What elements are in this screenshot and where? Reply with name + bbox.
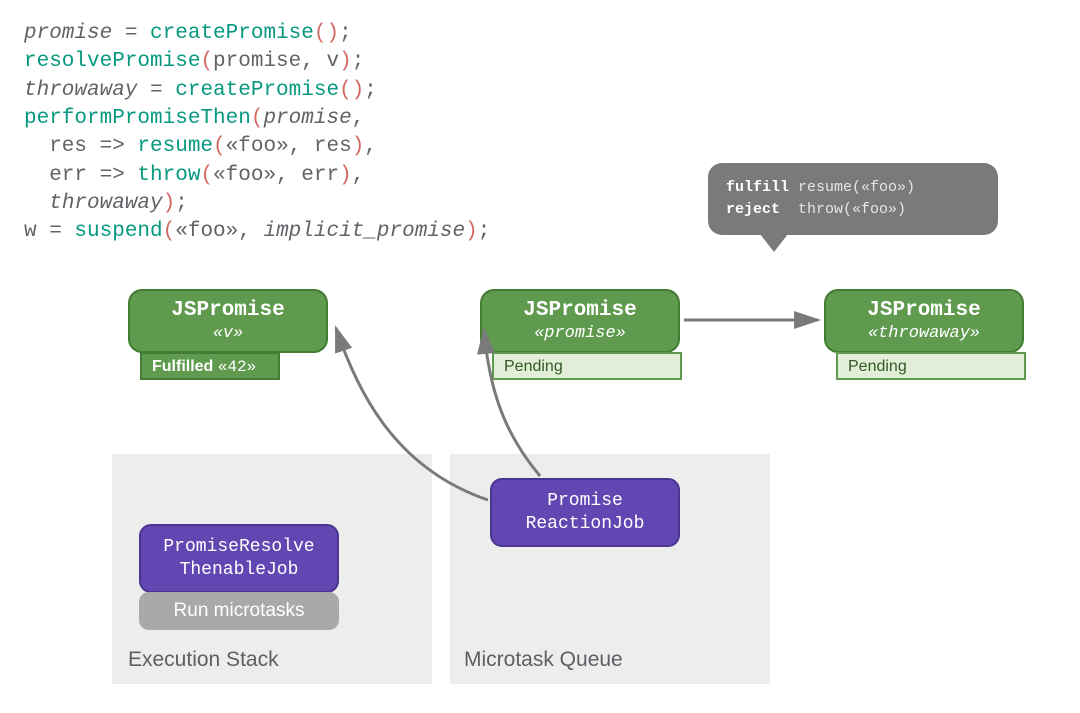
run-microtasks-box: Run microtasks <box>139 592 339 630</box>
code-t: ) <box>163 192 176 215</box>
code-t: ) <box>339 50 352 73</box>
reaction-bubble: fulfill resume(«foo») reject throw(«foo»… <box>708 163 998 235</box>
code-t: ; <box>175 192 188 215</box>
code-t: ; <box>364 79 377 102</box>
code-t: suspend <box>74 220 162 243</box>
code-t: , <box>352 164 365 187</box>
code-t: throw <box>137 164 200 187</box>
code-t: performPromiseThen <box>24 107 251 130</box>
bubble-kw: fulfill <box>726 179 789 196</box>
promise-sub: «v» <box>140 324 316 343</box>
code-t: ( <box>200 50 213 73</box>
microtask-queue-label: Microtask Queue <box>464 648 623 672</box>
code-t: ) <box>352 135 365 158</box>
promise-promise-status: Pending <box>492 352 682 380</box>
code-t: () <box>314 22 339 45</box>
promise-v-box: JSPromise «v» <box>128 289 328 353</box>
job-line: ThenableJob <box>157 559 321 582</box>
code-t: ) <box>465 220 478 243</box>
bubble-text: throw(«foo») <box>780 201 906 218</box>
status-val: «42» <box>218 358 256 376</box>
code-t: , <box>352 107 365 130</box>
code-t: ( <box>200 164 213 187</box>
code-t: = <box>112 22 150 45</box>
job-line: ReactionJob <box>508 513 662 536</box>
code-t <box>24 192 49 215</box>
code-t: ( <box>213 135 226 158</box>
code-t: ( <box>163 220 176 243</box>
promise-reaction-job: Promise ReactionJob <box>490 478 680 547</box>
promise-throwaway-status: Pending <box>836 352 1026 380</box>
status-label: Fulfilled <box>152 358 218 375</box>
code-t: resolvePromise <box>24 50 200 73</box>
code-t: createPromise <box>150 22 314 45</box>
code-t: «foo», <box>175 220 263 243</box>
code-t: «foo», res <box>226 135 352 158</box>
promise-sub: «throwaway» <box>836 324 1012 343</box>
code-block: promise = createPromise(); resolvePromis… <box>24 20 490 247</box>
promise-resolve-thenable-job: PromiseResolve ThenableJob <box>139 524 339 593</box>
bubble-text: resume(«foo») <box>789 179 915 196</box>
code-t: throwaway <box>49 192 162 215</box>
code-t: = <box>137 79 175 102</box>
promise-title: JSPromise <box>492 299 668 322</box>
bubble-tail <box>760 234 788 252</box>
code-t: createPromise <box>175 79 339 102</box>
code-t: ; <box>478 220 491 243</box>
code-t: ; <box>339 22 352 45</box>
code-t: implicit_promise <box>263 220 465 243</box>
code-t: ( <box>251 107 264 130</box>
job-line: PromiseResolve <box>157 536 321 559</box>
job-line: Promise <box>508 490 662 513</box>
code-t: ; <box>352 50 365 73</box>
promise-promise-box: JSPromise «promise» <box>480 289 680 353</box>
promise-title: JSPromise <box>836 299 1012 322</box>
status-label: Pending <box>848 358 907 375</box>
code-t: promise <box>24 22 112 45</box>
promise-sub: «promise» <box>492 324 668 343</box>
code-t: w = <box>24 220 74 243</box>
code-t: err => <box>24 164 137 187</box>
execution-stack-label: Execution Stack <box>128 648 279 672</box>
bubble-kw: reject <box>726 201 780 218</box>
code-t: ) <box>339 164 352 187</box>
code-t: , <box>364 135 377 158</box>
code-t: resume <box>137 135 213 158</box>
promise-throwaway-box: JSPromise «throwaway» <box>824 289 1024 353</box>
promise-v-status: Fulfilled «42» <box>140 352 280 380</box>
code-t: «foo», err <box>213 164 339 187</box>
status-label: Pending <box>504 358 563 375</box>
code-t: res => <box>24 135 137 158</box>
code-t: throwaway <box>24 79 137 102</box>
code-t: () <box>339 79 364 102</box>
run-label: Run microtasks <box>174 600 305 621</box>
promise-title: JSPromise <box>140 299 316 322</box>
code-t: promise <box>263 107 351 130</box>
code-t: promise, v <box>213 50 339 73</box>
